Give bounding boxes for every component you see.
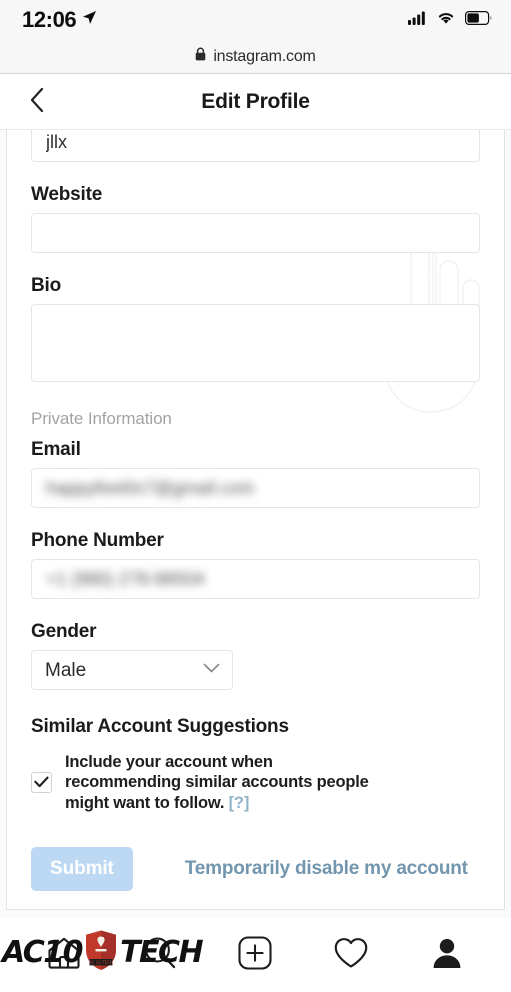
- similar-accounts-checkbox[interactable]: [31, 771, 52, 793]
- email-field-block: Email happyfeet0x7@gmail.com: [31, 439, 480, 508]
- phone-value-masked: +1 (980) 278-88504: [46, 568, 205, 589]
- tab-profile[interactable]: [421, 929, 473, 981]
- tab-activity[interactable]: [325, 929, 377, 981]
- gender-select[interactable]: Male: [31, 650, 233, 690]
- phone-field-block: Phone Number +1 (980) 278-88504: [31, 530, 480, 599]
- email-input[interactable]: happyfeet0x7@gmail.com: [31, 468, 480, 508]
- similar-accounts-label: Similar Account Suggestions: [31, 716, 289, 737]
- status-bar: 12:06: [0, 0, 511, 40]
- status-bar-right: [408, 10, 493, 30]
- svg-text:AC 10 TECH: AC 10 TECH: [89, 960, 113, 965]
- browser-url-bar[interactable]: instagram.com: [0, 40, 511, 74]
- tab-search[interactable]: [134, 929, 186, 981]
- email-label: Email: [31, 439, 81, 460]
- cellular-signal-icon: [408, 11, 427, 30]
- help-link[interactable]: [?]: [229, 794, 250, 812]
- checkmark-icon: [34, 776, 49, 788]
- phone-number-label: Phone Number: [31, 530, 164, 551]
- bottom-tab-bar: AC10 AC 10 TECH TECH: [0, 918, 511, 992]
- bio-textarea[interactable]: [31, 304, 480, 382]
- tab-new-post[interactable]: [229, 929, 281, 981]
- similar-accounts-row: Include your account when recommending s…: [31, 752, 480, 813]
- search-icon: [142, 935, 178, 976]
- lock-icon: [195, 47, 206, 66]
- website-field-block: Website: [31, 184, 480, 253]
- email-value-masked: happyfeet0x7@gmail.com: [46, 477, 255, 498]
- person-icon: [430, 936, 464, 975]
- gender-field-block: Gender Male: [31, 621, 480, 690]
- content-scroll-area[interactable]: Website Bio Private Information Email ha…: [0, 130, 511, 918]
- bio-field-block: Bio: [31, 275, 480, 387]
- plus-square-icon: [238, 935, 273, 975]
- submit-button[interactable]: Submit: [31, 846, 133, 891]
- username-input[interactable]: [31, 130, 480, 162]
- location-arrow-icon: [82, 10, 97, 30]
- heart-icon: [333, 936, 369, 975]
- phone-number-input[interactable]: +1 (980) 278-88504: [31, 559, 480, 599]
- tab-home[interactable]: [38, 929, 90, 981]
- private-information-section-label: Private Information: [31, 409, 172, 428]
- wifi-icon: [436, 10, 456, 30]
- url-text: instagram.com: [213, 47, 316, 65]
- status-bar-left: 12:06: [22, 7, 97, 33]
- back-button[interactable]: [22, 87, 52, 117]
- page-title: Edit Profile: [201, 89, 310, 113]
- chevron-left-icon: [29, 87, 45, 116]
- similar-accounts-description-text: Include your account when recommending s…: [65, 753, 369, 812]
- battery-icon: [465, 10, 493, 30]
- phone-screen: 12:06 instagram.com Edit Profile jllx We…: [0, 0, 511, 992]
- username-field-block: [31, 130, 480, 162]
- gender-select-wrap: Male: [31, 650, 233, 690]
- gender-label: Gender: [31, 621, 97, 642]
- website-input[interactable]: [31, 213, 480, 253]
- similar-accounts-description: Include your account when recommending s…: [65, 752, 375, 813]
- home-icon: [46, 935, 82, 976]
- temporarily-disable-account-link[interactable]: Temporarily disable my account: [185, 858, 468, 880]
- website-label: Website: [31, 184, 103, 205]
- similar-accounts-block: Similar Account Suggestions Include your…: [31, 716, 480, 813]
- bio-label: Bio: [31, 275, 62, 296]
- status-time: 12:06: [22, 7, 77, 32]
- edit-profile-card: Website Bio Private Information Email ha…: [6, 130, 505, 910]
- page-header: Edit Profile: [0, 74, 511, 130]
- form-actions: Submit Temporarily disable my account: [31, 846, 480, 891]
